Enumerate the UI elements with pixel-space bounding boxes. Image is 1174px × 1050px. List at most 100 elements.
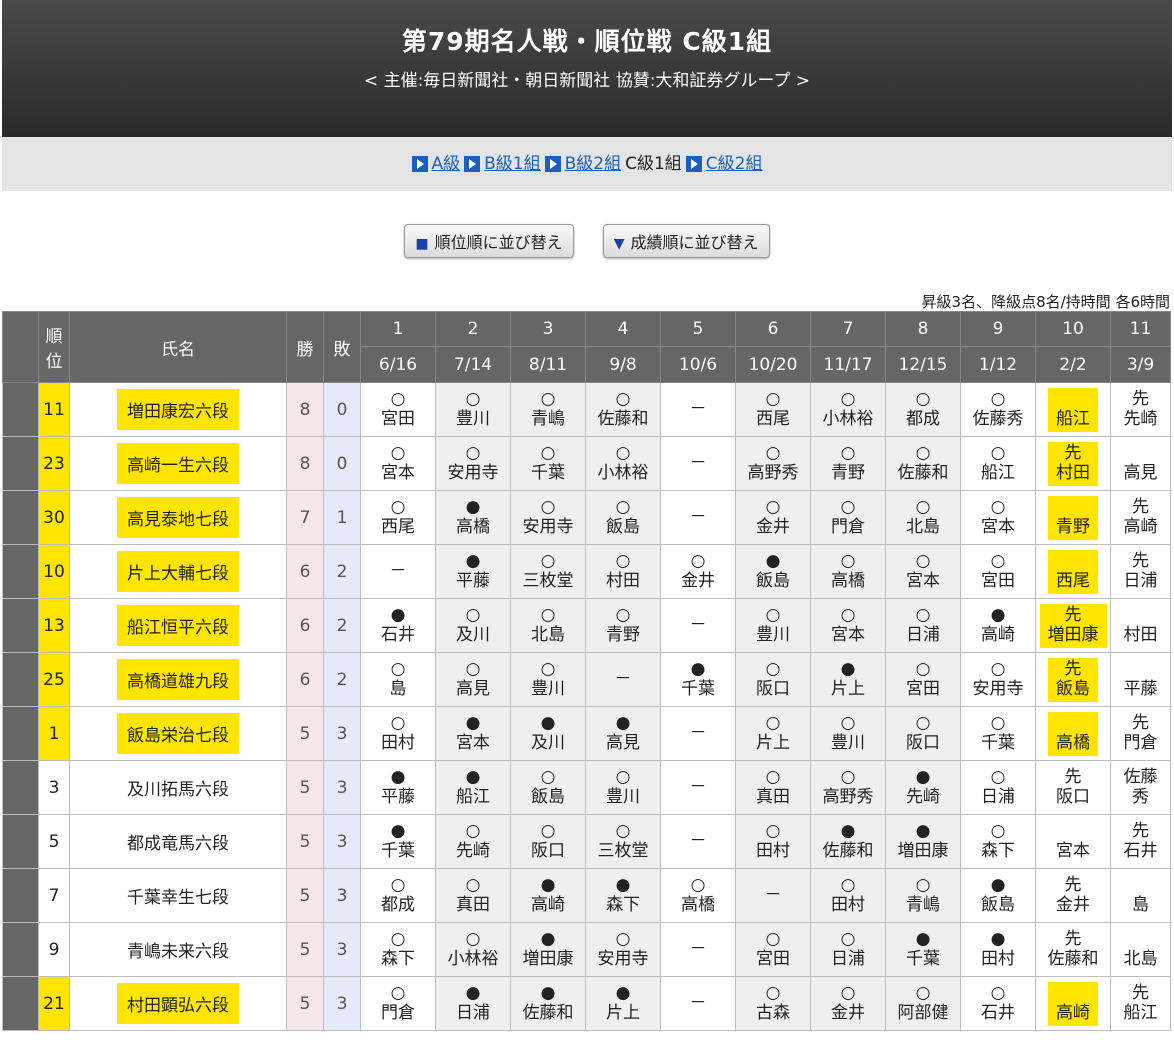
- game-cell: ○ 豊川: [510, 652, 586, 707]
- game-opponent: 門倉: [831, 516, 865, 537]
- game-cell: ○ 高見: [435, 652, 511, 707]
- game-result: ○: [390, 928, 406, 949]
- round-number-header: 1: [360, 311, 436, 347]
- game-opponent: 金井: [681, 570, 715, 591]
- game-cell: 先佐藤和: [1035, 922, 1111, 977]
- game-cell: ○ 小林裕: [585, 436, 661, 491]
- game-cell: ○ 青野: [585, 598, 661, 653]
- game-cell: 先高崎: [1110, 490, 1171, 545]
- row-side: [2, 544, 39, 599]
- game-cell: ○ 三枚堂: [510, 544, 586, 599]
- game-cell: 先金井: [1035, 868, 1111, 923]
- game-opponent: 北島: [906, 516, 940, 537]
- game-result: ○: [390, 388, 406, 409]
- game-opponent: 門倉: [1123, 732, 1158, 753]
- game-opponent: 北島: [1123, 948, 1158, 969]
- game-result: 先: [1132, 820, 1149, 841]
- nav-link[interactable]: B級2組: [565, 154, 621, 174]
- game-cell: ○ 古森: [735, 976, 811, 1031]
- game-opponent: 石井: [381, 624, 415, 645]
- game-result: ○: [540, 388, 556, 409]
- nav-item[interactable]: B級2組: [544, 137, 621, 191]
- game-opponent: 高見: [1123, 462, 1158, 483]
- game-cell: ○ 小林裕: [435, 922, 511, 977]
- rank-cell: 5: [38, 814, 70, 869]
- table-row: 3 及川拓馬六段 5 3 ● 平藤 ● 船江 ○ 飯島 ○ 豊川－ ○ 真田 ○ 高野秀 ● 先崎 ○ 日浦先阪口 佐藤…: [2, 760, 1171, 815]
- losses-cell: 3: [323, 868, 361, 923]
- name-cell: 千葉幸生七段: [69, 868, 287, 923]
- game-result: －: [689, 777, 707, 797]
- game-result: －: [389, 561, 407, 581]
- game-opponent: 飯島: [606, 516, 640, 537]
- game-opponent: 高野秀: [747, 462, 799, 483]
- wins-cell: 7: [286, 490, 324, 545]
- page-subtitle: < 主催:毎日新聞社・朝日新聞社 協賛:大和証券グループ >: [363, 71, 811, 91]
- game-result: 佐藤: [1123, 766, 1158, 787]
- game-cell: ○ 佐藤和: [885, 436, 961, 491]
- game-result: ○: [915, 550, 931, 571]
- game-result: ○: [990, 712, 1006, 733]
- game-result: ○: [840, 604, 856, 625]
- game-cell: ○ 千葉: [510, 436, 586, 491]
- nav-item[interactable]: C級2組: [685, 137, 763, 191]
- sort-by-rank-button[interactable]: ■ 順位順に並び替え: [404, 224, 574, 258]
- game-opponent: 阿部健: [897, 1002, 949, 1023]
- row-side: [2, 490, 39, 545]
- game-cell: ● 先崎: [885, 760, 961, 815]
- game-result: [1056, 984, 1090, 1003]
- game-result: ○: [990, 550, 1006, 571]
- game-cell: 平藤: [1110, 652, 1171, 707]
- row-side: [2, 436, 39, 491]
- game-opponent: 阪口: [1056, 786, 1090, 807]
- game-opponent: 日浦: [1123, 570, 1158, 591]
- game-cell: ○ 村田: [585, 544, 661, 599]
- round-date-header: 11/17: [810, 346, 886, 383]
- game-cell: ● 増田康: [885, 814, 961, 869]
- game-cell: ● 船江: [435, 760, 511, 815]
- rank-value: 1: [48, 723, 60, 744]
- game-result: 先: [1132, 550, 1149, 571]
- game-result: 先: [1064, 442, 1082, 463]
- game-cell: ● 平藤: [360, 760, 436, 815]
- game-opponent: 高崎: [981, 624, 1015, 645]
- game-result: ○: [540, 550, 556, 571]
- game-cell: －: [660, 436, 736, 491]
- game-cell: ○ 日浦: [810, 922, 886, 977]
- game-cell: －: [660, 382, 736, 437]
- losses-cell: 0: [323, 382, 361, 437]
- game-opponent: 安用寺: [447, 462, 499, 483]
- game-result: ●: [915, 820, 931, 841]
- wins-header: 勝: [286, 311, 324, 383]
- game-cell: ○ 宮田: [735, 922, 811, 977]
- wins-cell: 8: [286, 382, 324, 437]
- game-result: ○: [540, 658, 556, 679]
- game-result: ○: [765, 658, 781, 679]
- game-result: ○: [465, 604, 481, 625]
- rank-cell: 7: [38, 868, 70, 923]
- game-opponent: 佐藤秀: [972, 408, 1024, 429]
- name-cell: 高崎一生六段: [69, 436, 287, 491]
- table-row: 10 片上大輔七段 6 2 － ● 平藤 ○ 三枚堂 ○ 村田 ○ 金井 ● 飯島 ○ 高橋 ○ 宮本 ○ 宮田 西尾先日…: [2, 544, 1171, 599]
- nav-link[interactable]: B級1組: [484, 154, 540, 174]
- game-result: 先: [1132, 712, 1149, 733]
- round-date-header: 10/20: [735, 346, 811, 383]
- sort-by-result-button[interactable]: ▼ 成績順に並び替え: [602, 224, 770, 258]
- rank-cell: 1: [38, 706, 70, 761]
- nav-link[interactable]: C級2組: [706, 154, 763, 174]
- game-result: [1056, 714, 1090, 733]
- game-opponent: 先崎: [906, 786, 940, 807]
- rank-cell: 23: [38, 436, 70, 491]
- name-cell: 船江恒平六段: [69, 598, 287, 653]
- nav-item[interactable]: A級: [411, 137, 461, 191]
- game-opponent: 森下: [606, 894, 640, 915]
- game-result: ○: [615, 604, 631, 625]
- row-side: [2, 814, 39, 869]
- nav-item[interactable]: B級1組: [464, 137, 541, 191]
- game-opponent: 阪口: [756, 678, 790, 699]
- losses-cell: 3: [323, 760, 361, 815]
- round-date-header: 7/14: [435, 346, 511, 383]
- name-cell: 片上大輔七段: [69, 544, 287, 599]
- nav-link[interactable]: A級: [432, 154, 461, 174]
- game-result: 先: [1064, 658, 1082, 679]
- player-name: 飯島栄治七段: [117, 713, 239, 754]
